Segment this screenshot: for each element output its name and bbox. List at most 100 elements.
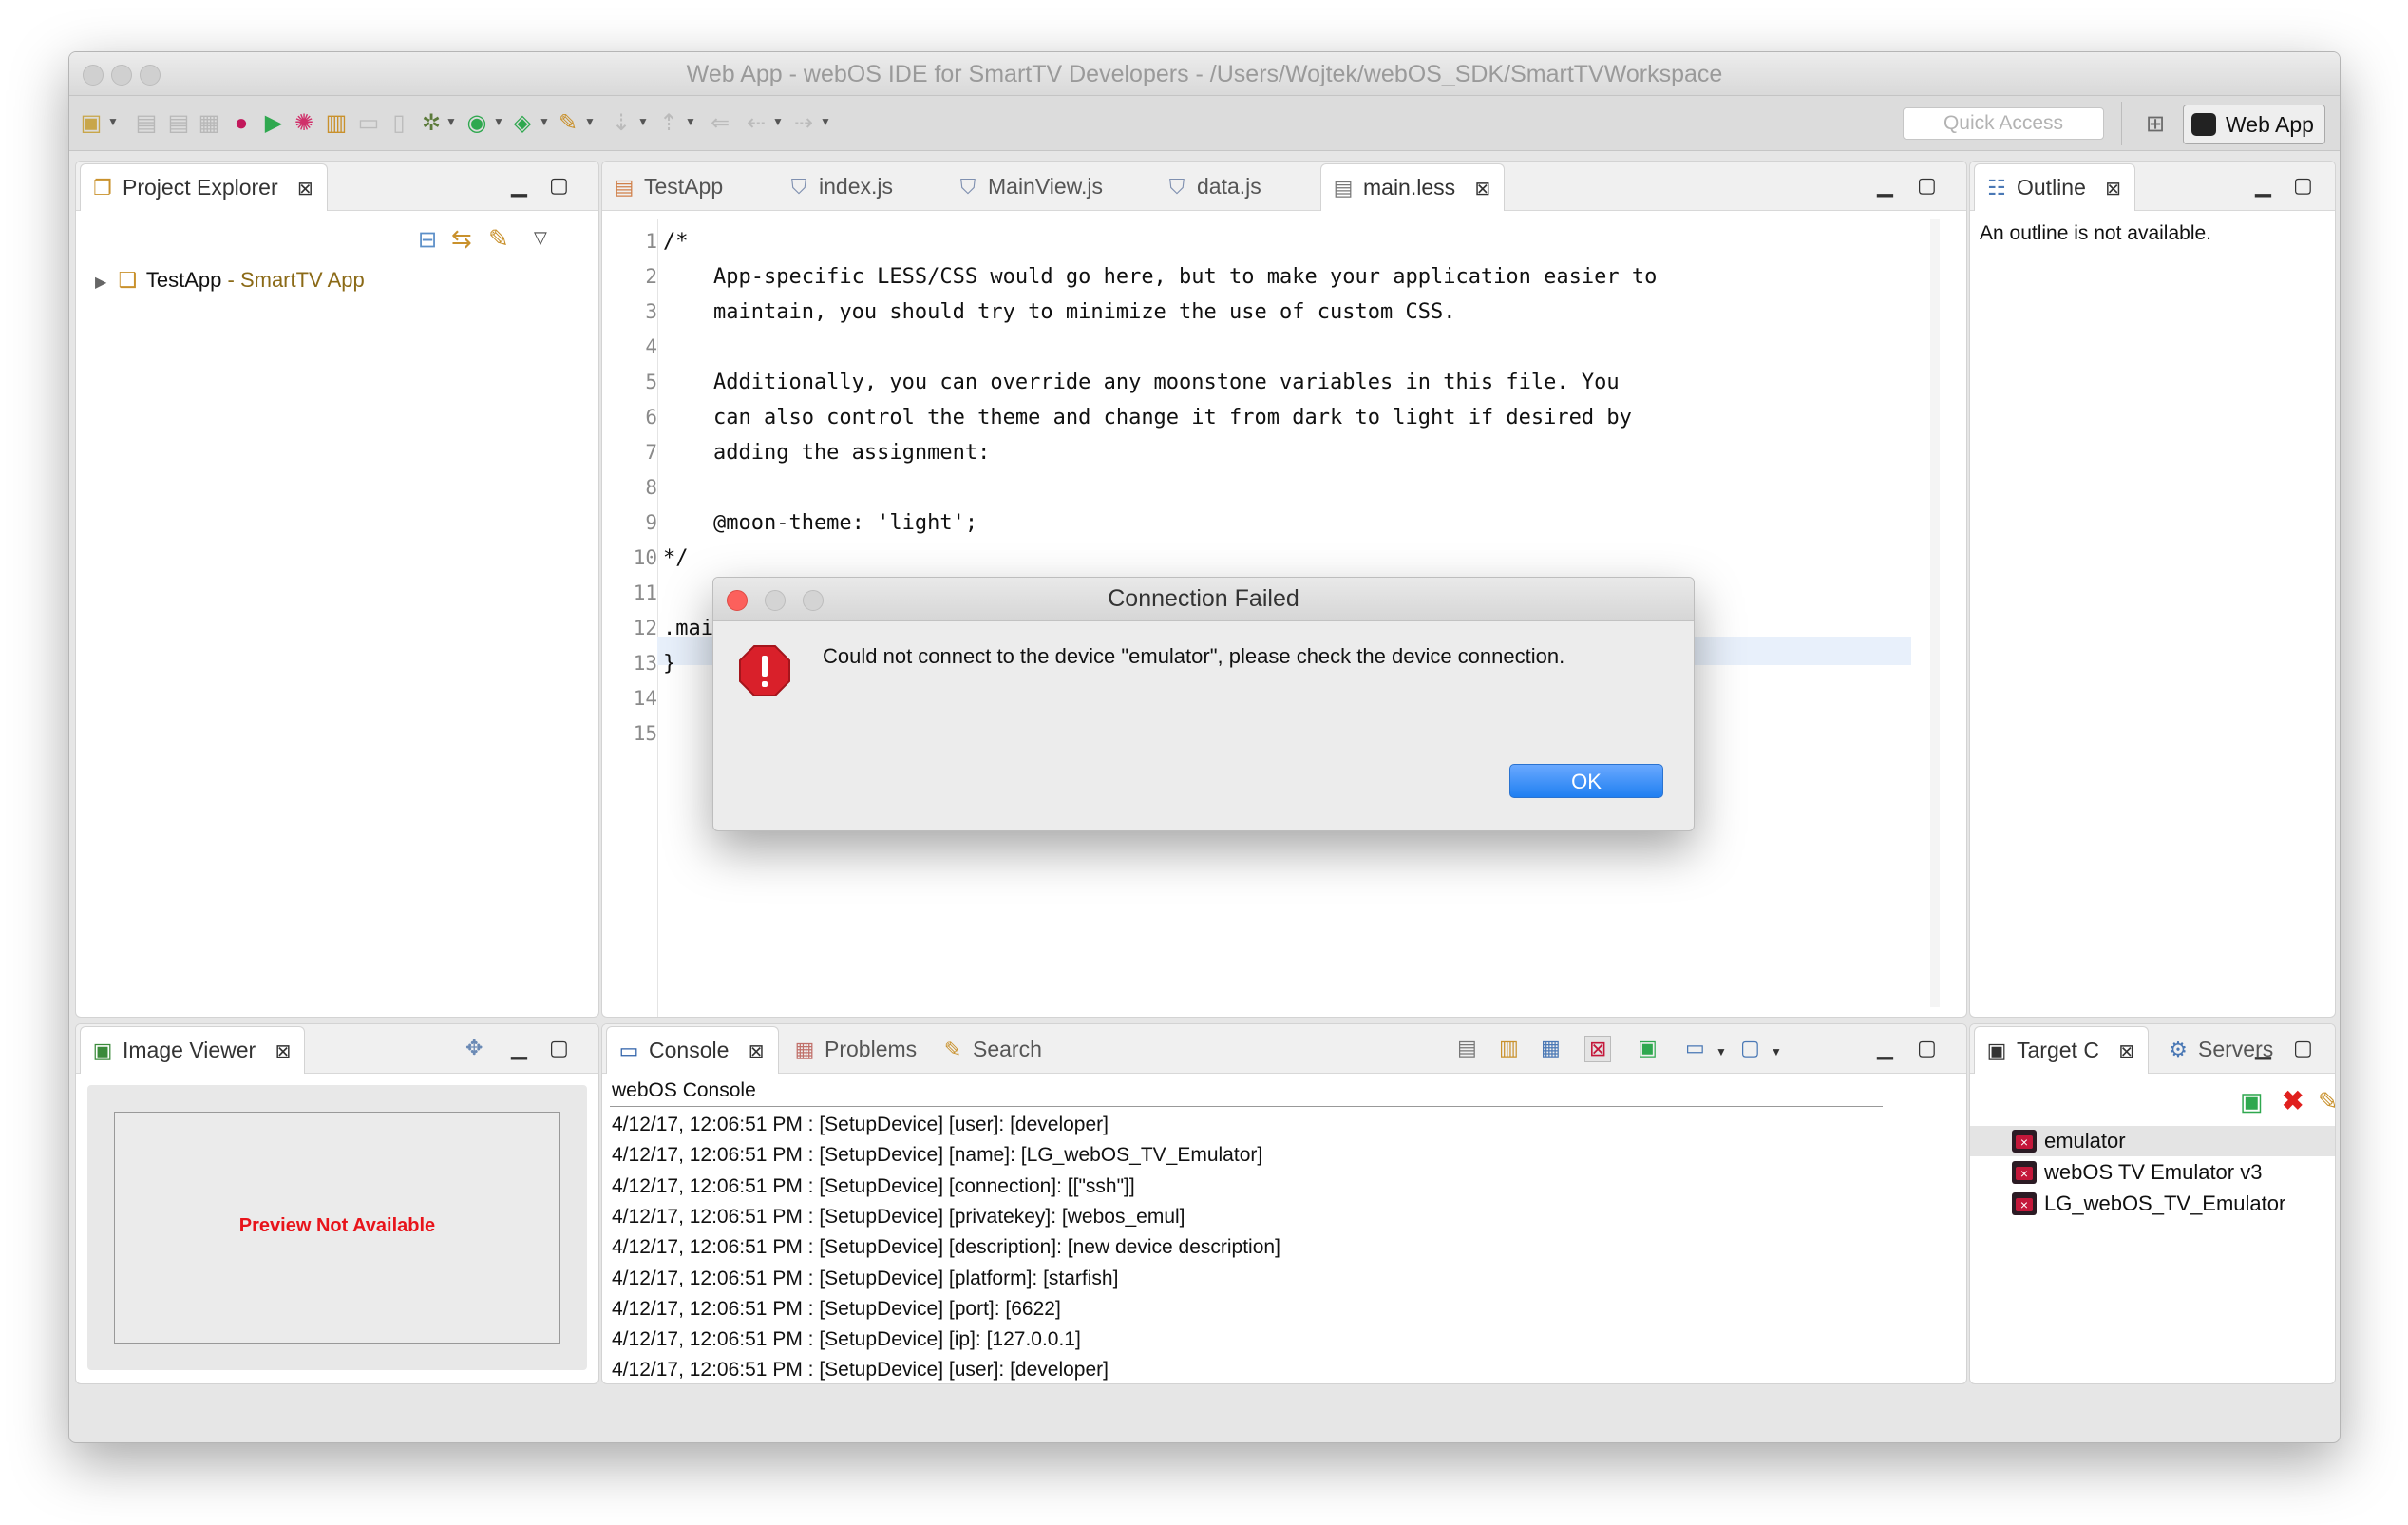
line-number: 11 <box>633 581 657 604</box>
package-icon[interactable]: ▥ <box>322 109 351 138</box>
tv-device-icon <box>2012 1161 2037 1184</box>
close-icon[interactable]: ⊠ <box>2105 166 2121 212</box>
chevron-down-icon[interactable]: ▼ <box>772 115 784 128</box>
save-all-icon[interactable]: ▤ <box>164 109 193 138</box>
annotation-next-icon[interactable]: ⇣ <box>607 109 635 138</box>
tab-console[interactable]: ▭ Console ⊠ <box>606 1026 779 1074</box>
target-item-lg-webos-tv-emulator[interactable]: LG_webOS_TV_Emulator <box>1970 1189 2335 1219</box>
delete-target-icon[interactable]: ✖ <box>2282 1085 2304 1116</box>
close-icon[interactable]: ⊠ <box>1475 166 1491 212</box>
tv-device-icon <box>2012 1192 2037 1215</box>
tab-data-js[interactable]: ⛉ data.js <box>1155 163 1261 211</box>
debug-icon[interactable]: ✺ <box>290 109 318 138</box>
maximize-icon[interactable]: ▢ <box>1917 1036 1937 1060</box>
perspective-label: Web App <box>2226 112 2314 137</box>
tab-target-configuration[interactable]: ▣ Target C ⊠ <box>1974 1026 2150 1075</box>
save-icon[interactable]: ▤ <box>132 109 161 138</box>
close-icon[interactable]: ⊠ <box>749 1029 765 1075</box>
tree-item-testapp[interactable]: ▶ ❑ TestApp - SmartTV App <box>95 268 365 293</box>
close-icon[interactable]: ⊠ <box>297 166 313 212</box>
minimize-icon[interactable]: ▁ <box>511 173 527 198</box>
open-console-icon[interactable]: ▢ <box>1740 1036 1760 1060</box>
tab-image-viewer[interactable]: ▣ Image Viewer ⊠ <box>80 1026 306 1075</box>
tab-main-less[interactable]: ▤ main.less ⊠ <box>1320 163 1506 212</box>
run-circle-icon[interactable]: ◉ <box>463 109 491 138</box>
outline-message: An outline is not available. <box>1980 222 2211 244</box>
add-target-icon[interactable]: ▣ <box>2240 1087 2264 1116</box>
chevron-down-icon[interactable]: ▼ <box>584 115 596 128</box>
tab-search[interactable]: ✎ Search <box>931 1026 1042 1074</box>
chevron-down-icon[interactable]: ▼ <box>1716 1045 1727 1058</box>
chevron-down-icon[interactable]: ▼ <box>107 115 119 128</box>
image-viewer-panel: ▣ Image Viewer ⊠ ✥ ▁ ▢ Preview Not Avail… <box>75 1023 599 1384</box>
brush-icon[interactable]: ✎ <box>554 109 582 138</box>
minimize-icon[interactable]: ▁ <box>2255 173 2271 198</box>
annotation-prev-icon[interactable]: ⇡ <box>654 109 683 138</box>
edit-target-icon[interactable]: ✎ <box>2318 1087 2335 1116</box>
maximize-icon[interactable]: ▢ <box>549 173 569 198</box>
tab-testapp[interactable]: ▤ TestApp <box>602 163 724 211</box>
emulator-icon[interactable]: ● <box>227 109 256 138</box>
maximize-icon[interactable]: ▢ <box>2293 1036 2313 1060</box>
vertical-scrollbar[interactable] <box>1930 219 1940 1007</box>
target-item-label: LG_webOS_TV_Emulator <box>2044 1191 2286 1215</box>
tab-mainview-js[interactable]: ⛉ MainView.js <box>946 163 1103 211</box>
chevron-down-icon[interactable]: ▼ <box>820 115 831 128</box>
gear-debug-icon[interactable]: ✲ <box>417 109 446 138</box>
minimize-icon[interactable]: ▁ <box>1877 173 1893 198</box>
outline-panel: ☷ Outline ⊠ ▁ ▢ An outline is not availa… <box>1969 161 2336 1018</box>
target-item-webos-tv-emulator-v3[interactable]: webOS TV Emulator v3 <box>1970 1157 2335 1188</box>
pin-console-icon[interactable]: ▣ <box>1638 1036 1658 1060</box>
close-icon[interactable]: ⊠ <box>275 1029 292 1075</box>
view-menu-icon[interactable]: ▽ <box>534 228 547 248</box>
outline-tabbar: ☷ Outline ⊠ ▁ ▢ <box>1970 162 2335 211</box>
web-app-perspective-button[interactable]: Web App <box>2183 105 2325 144</box>
quick-access-input[interactable]: Quick Access <box>1903 107 2104 140</box>
display-console-icon[interactable]: ▭ <box>1685 1036 1705 1060</box>
run-icon[interactable]: ▶ <box>259 109 288 138</box>
maximize-icon[interactable]: ▢ <box>1917 173 1937 198</box>
tab-outline[interactable]: ☷ Outline ⊠ <box>1974 163 2136 212</box>
new-wizard-icon[interactable]: ▣ <box>77 109 105 138</box>
edit-icon[interactable]: ✎ <box>488 224 509 254</box>
maximize-icon[interactable]: ▢ <box>2293 173 2313 198</box>
tab-project-explorer[interactable]: ❐ Project Explorer ⊠ <box>80 163 328 211</box>
close-icon[interactable]: ⊠ <box>2118 1029 2134 1075</box>
print-icon[interactable]: ▦ <box>195 109 223 138</box>
move-icon[interactable]: ✥ <box>465 1036 483 1060</box>
line-number: 10 <box>633 546 657 569</box>
target-item-emulator[interactable]: emulator <box>1970 1126 2335 1156</box>
minimize-icon[interactable]: ▁ <box>1877 1036 1893 1060</box>
tab-index-js[interactable]: ⛉ index.js <box>777 163 893 211</box>
link-editor-icon[interactable]: ⇆ <box>451 224 472 254</box>
back-icon[interactable]: ⇠ <box>742 109 770 138</box>
line-number: 9 <box>645 511 657 534</box>
forward-icon[interactable]: ⇢ <box>789 109 818 138</box>
chevron-down-icon[interactable]: ▼ <box>493 115 504 128</box>
clear-console-icon[interactable]: ▤ <box>1457 1036 1477 1060</box>
expand-arrow-icon[interactable]: ▶ <box>95 275 106 291</box>
line-number: 5 <box>645 371 657 393</box>
chevron-down-icon[interactable]: ▼ <box>637 115 649 128</box>
last-edit-icon[interactable]: ⇐ <box>706 109 734 138</box>
chevron-down-icon[interactable]: ▼ <box>1771 1045 1782 1058</box>
word-wrap-icon[interactable]: ▦ <box>1541 1036 1561 1060</box>
toggle-icon[interactable]: ▭ <box>354 109 383 138</box>
minimize-icon[interactable]: ▁ <box>2255 1036 2271 1060</box>
terminate-icon[interactable]: ⊠ <box>1584 1036 1612 1062</box>
ok-button[interactable]: OK <box>1509 764 1663 798</box>
chevron-down-icon[interactable]: ▼ <box>539 115 550 128</box>
minimize-icon[interactable]: ▁ <box>511 1036 527 1060</box>
collapse-all-icon[interactable]: ⊟ <box>418 226 437 254</box>
scroll-lock-icon[interactable]: ▥ <box>1499 1036 1519 1060</box>
dialog-close-button[interactable] <box>727 590 748 611</box>
open-perspective-icon[interactable]: ⊞ <box>2140 109 2171 140</box>
external-tools-icon[interactable]: ◈ <box>508 109 537 138</box>
block-icon[interactable]: ▯ <box>385 109 413 138</box>
dialog-message: Could not connect to the device "emulato… <box>823 644 1565 668</box>
chevron-down-icon[interactable]: ▼ <box>685 115 696 128</box>
chevron-down-icon[interactable]: ▼ <box>446 115 457 128</box>
line-number: 1 <box>645 230 657 253</box>
maximize-icon[interactable]: ▢ <box>549 1036 569 1060</box>
tab-problems[interactable]: ▦ Problems <box>783 1026 918 1074</box>
